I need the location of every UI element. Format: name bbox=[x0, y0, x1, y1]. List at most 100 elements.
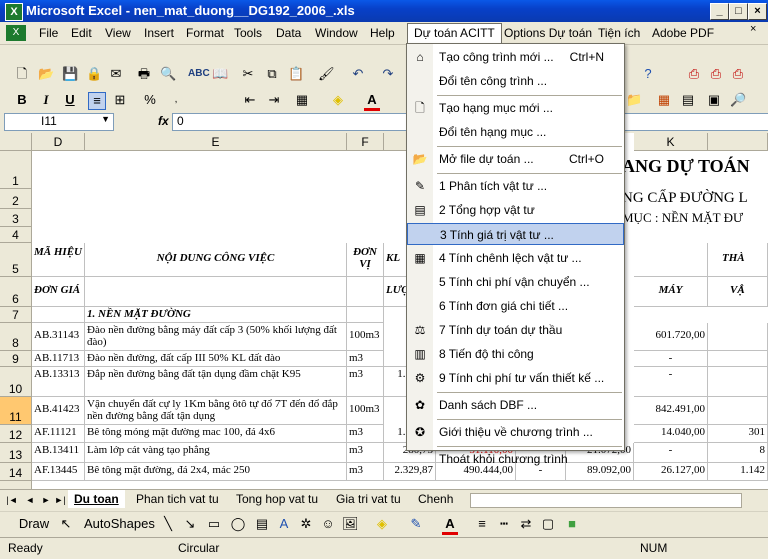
menu-item-12[interactable]: 5 Tính chi phí vận chuyển ... bbox=[407, 271, 624, 293]
font-color-icon[interactable]: A bbox=[364, 92, 380, 111]
align-left-icon[interactable]: ≡ bbox=[88, 92, 106, 110]
menu-item-11[interactable]: ▦ 4 Tính chênh lệch vật tư ... bbox=[407, 247, 624, 269]
increase-indent-icon[interactable]: ⇥ bbox=[266, 92, 282, 108]
permission-icon[interactable]: 🔒 bbox=[86, 66, 102, 82]
sheet-tab-gia-tri[interactable]: Gia tri vat tu bbox=[330, 490, 407, 508]
wordart-icon[interactable]: A bbox=[276, 516, 292, 532]
pdf-icon[interactable]: ⎙ bbox=[686, 66, 702, 82]
dash-style-icon[interactable]: ┅ bbox=[496, 516, 512, 532]
sheet-tab-chenh[interactable]: Chenh bbox=[412, 490, 459, 508]
italic-icon[interactable]: I bbox=[38, 92, 54, 108]
save-icon[interactable]: 💾 bbox=[62, 66, 78, 82]
row-header[interactable]: 1 bbox=[0, 151, 32, 189]
row-header[interactable]: 13 bbox=[0, 443, 32, 463]
menu-item-18[interactable]: ✿ Danh sách DBF ... bbox=[407, 394, 624, 416]
close-button[interactable]: × bbox=[748, 3, 767, 20]
redo-icon[interactable]: ↷ bbox=[380, 66, 396, 82]
shadow-icon[interactable]: ▢ bbox=[540, 516, 556, 532]
table-icon[interactable]: ▦ bbox=[656, 92, 672, 108]
help-icon[interactable]: ? bbox=[640, 66, 656, 82]
fx-icon[interactable]: fx bbox=[158, 114, 169, 128]
menu-tools[interactable]: Tools bbox=[234, 26, 262, 40]
minimize-button[interactable]: _ bbox=[710, 3, 729, 20]
oval-icon[interactable]: ◯ bbox=[230, 516, 246, 532]
tool-b-icon[interactable]: ▣ bbox=[706, 92, 722, 108]
menu-item-16[interactable]: ⚙ 9 Tính chi phí tư vấn thiết kế ... bbox=[407, 367, 624, 389]
pdf-mail-icon[interactable]: ⎙ bbox=[708, 66, 724, 82]
clipart-icon[interactable]: ☺ bbox=[320, 516, 336, 532]
underline-icon[interactable]: U bbox=[62, 92, 78, 108]
research-icon[interactable]: 📖 bbox=[212, 66, 228, 82]
menu-format[interactable]: Format bbox=[186, 26, 224, 40]
menu-item-15[interactable]: ▥ 8 Tiến độ thi công bbox=[407, 343, 624, 365]
menu-help[interactable]: Help bbox=[370, 26, 395, 40]
menu-adobe-pdf[interactable]: Adobe PDF bbox=[652, 26, 714, 40]
draw-menu[interactable]: Draw ▾ bbox=[14, 516, 54, 547]
row-header-active[interactable]: 11 bbox=[0, 397, 32, 425]
spreadsheet-grid[interactable]: D E F K 1 2 3 4 5 6 7 8 9 10 11 12 13 14… bbox=[0, 133, 768, 489]
menu-item-6[interactable]: 📂 Mở file dự toán ... Ctrl+O bbox=[407, 148, 624, 170]
menu-item-0[interactable]: ⌂ Tạo công trình mới ... Ctrl+N bbox=[407, 46, 624, 68]
3d-icon[interactable]: ■ bbox=[564, 516, 580, 532]
percent-icon[interactable]: % bbox=[142, 92, 158, 108]
draw-font-color-icon[interactable]: A bbox=[442, 516, 458, 535]
decrease-indent-icon[interactable]: ⇤ bbox=[242, 92, 258, 108]
folder-icon[interactable]: 📁 bbox=[626, 92, 642, 108]
menu-item-14[interactable]: ⚖ 7 Tính dự toán dự thầu bbox=[407, 319, 624, 341]
line-style-icon[interactable]: ≡ bbox=[474, 516, 490, 532]
copy-icon[interactable]: ⧉ bbox=[264, 66, 280, 82]
row-header[interactable] bbox=[0, 481, 32, 489]
column-header-d[interactable]: D bbox=[32, 133, 85, 151]
prev-sheet-icon[interactable]: ◄ bbox=[22, 492, 38, 508]
cut-icon[interactable]: ✂ bbox=[240, 66, 256, 82]
select-all-corner[interactable] bbox=[0, 133, 32, 151]
menu-edit[interactable]: Edit bbox=[71, 26, 92, 40]
line-icon[interactable]: ╲ bbox=[160, 516, 176, 532]
draw-fill-color-icon[interactable]: ◈ bbox=[374, 516, 390, 532]
menu-item-10[interactable]: 3 Tính giá trị vật tư ... bbox=[407, 223, 624, 245]
menu-insert[interactable]: Insert bbox=[144, 26, 174, 40]
row-header[interactable]: 10 bbox=[0, 367, 32, 397]
picture-icon[interactable]: 🖼 bbox=[342, 516, 359, 532]
sheet-tab-phan-tich[interactable]: Phan tich vat tu bbox=[130, 490, 225, 508]
zoom-icon[interactable]: 🔎 bbox=[730, 92, 746, 108]
menu-file[interactable]: File bbox=[39, 26, 58, 40]
row-header[interactable]: 4 bbox=[0, 227, 32, 243]
last-sheet-icon[interactable]: ►| bbox=[52, 492, 68, 508]
doc-close-icon[interactable]: × bbox=[750, 23, 756, 35]
select-objects-icon[interactable]: ↖ bbox=[58, 516, 74, 532]
arrow-icon[interactable]: ↘ bbox=[182, 516, 198, 532]
menu-item-13[interactable]: 6 Tính đơn giá chi tiết ... bbox=[407, 295, 624, 317]
new-icon[interactable]: 🗋 bbox=[14, 66, 30, 82]
arrow-style-icon[interactable]: ⇄ bbox=[518, 516, 534, 532]
line-color-icon[interactable]: ✎ bbox=[408, 516, 424, 532]
print-icon[interactable]: 🖶 bbox=[136, 66, 152, 82]
menu-item-4[interactable]: Đổi tên hạng mục ... bbox=[407, 121, 624, 143]
menu-item-3[interactable]: 🗋 Tạo hạng mục mới ... bbox=[407, 97, 624, 119]
menu-options-du-toan[interactable]: Options Dự toán bbox=[504, 26, 592, 40]
first-sheet-icon[interactable]: |◄ bbox=[4, 492, 20, 508]
email-icon[interactable]: ✉ bbox=[108, 66, 124, 82]
menu-item-8[interactable]: ✎ 1 Phân tích vật tư ... bbox=[407, 175, 624, 197]
autoshapes-menu[interactable]: AutoShapes ▾ bbox=[84, 516, 155, 547]
workbook-icon[interactable]: X bbox=[6, 25, 26, 41]
open-icon[interactable]: 📂 bbox=[38, 66, 54, 82]
paste-icon[interactable]: 📋 bbox=[288, 66, 304, 82]
horizontal-scrollbar[interactable] bbox=[470, 493, 742, 508]
comma-style-icon[interactable]: , bbox=[168, 92, 184, 108]
textbox-icon[interactable]: ▤ bbox=[254, 516, 270, 532]
menu-item-1[interactable]: Đổi tên công trình ... bbox=[407, 70, 624, 92]
name-box[interactable]: I11 ▼ bbox=[4, 113, 114, 131]
row-header[interactable]: 5 bbox=[0, 243, 32, 277]
menu-data[interactable]: Data bbox=[276, 26, 301, 40]
fill-color-icon[interactable]: ◈ bbox=[330, 92, 346, 108]
menu-item-22[interactable]: Thoát khỏi chương trình bbox=[407, 448, 624, 470]
maximize-button[interactable]: □ bbox=[729, 3, 748, 20]
sheet-tab-du-toan[interactable]: Du toan bbox=[68, 490, 125, 508]
bold-icon[interactable]: B bbox=[14, 92, 30, 108]
column-header-f[interactable]: F bbox=[347, 133, 384, 151]
rectangle-icon[interactable]: ▭ bbox=[206, 516, 222, 532]
row-header[interactable]: 9 bbox=[0, 351, 32, 367]
menu-view[interactable]: View bbox=[105, 26, 131, 40]
menu-window[interactable]: Window bbox=[315, 26, 358, 40]
